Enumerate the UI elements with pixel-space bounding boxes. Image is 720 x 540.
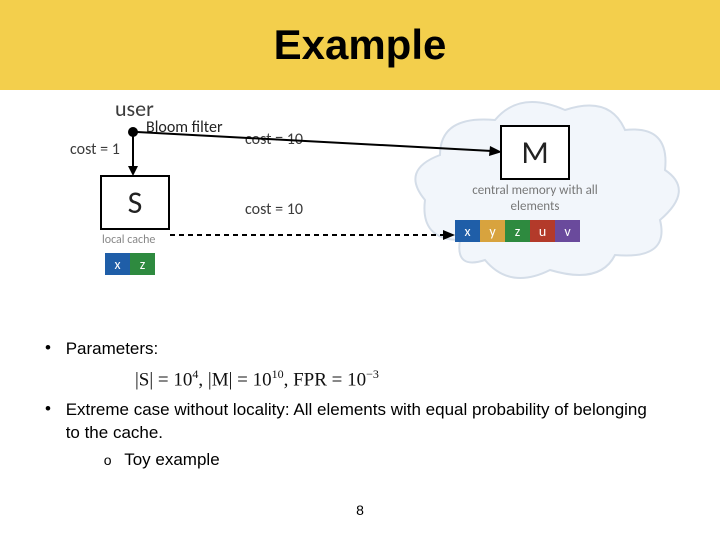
bullet-extreme-case-text: Extreme case without locality: All eleme… <box>66 399 656 472</box>
sub-bullet-marker-icon: o <box>104 449 112 471</box>
m-cell: x <box>455 220 480 242</box>
bullet-marker-icon: • <box>45 338 51 358</box>
bullet-parameters-text: Parameters: <box>66 338 656 361</box>
m-cell: z <box>505 220 530 242</box>
sub-bullet-toy-text: Toy example <box>124 449 219 472</box>
m-box: M <box>500 125 570 180</box>
m-cell: v <box>555 220 580 242</box>
diagram-area: user Bloom filter cost = 1 cost = 10 cos… <box>0 90 720 345</box>
s-box: S <box>100 175 170 230</box>
s-cell: z <box>130 253 155 275</box>
bullet-marker-icon: • <box>45 399 51 419</box>
central-memory-label: central memory with all elements <box>455 183 615 214</box>
parameters-formula: |S| = 104, |M| = 1010, FPR = 10−3 <box>135 367 379 391</box>
bullet-extreme-case: • Extreme case without locality: All ele… <box>45 399 675 472</box>
bullet-list: • Parameters: • Extreme case without loc… <box>45 338 675 510</box>
m-box-label: M <box>521 133 548 172</box>
bullet-parameters: • Parameters: <box>45 338 675 361</box>
cost-remote-lower-label: cost = 10 <box>245 200 303 219</box>
m-cell: u <box>530 220 555 242</box>
s-cell: x <box>105 253 130 275</box>
title-band: Example <box>0 0 720 90</box>
m-cells-strip: x y z u v <box>455 220 580 242</box>
m-cell: y <box>480 220 505 242</box>
local-cache-label: local cache <box>102 233 155 247</box>
sub-bullet-toy: o Toy example <box>104 449 656 472</box>
s-box-label: S <box>128 183 143 222</box>
slide-title: Example <box>274 21 447 69</box>
s-cells-strip: x z <box>105 253 155 275</box>
arrow-user-to-m-icon <box>137 130 507 160</box>
arrow-s-to-m-dashed-icon <box>170 225 460 245</box>
page-number: 8 <box>0 502 720 518</box>
cost-local-label: cost = 1 <box>70 140 120 159</box>
